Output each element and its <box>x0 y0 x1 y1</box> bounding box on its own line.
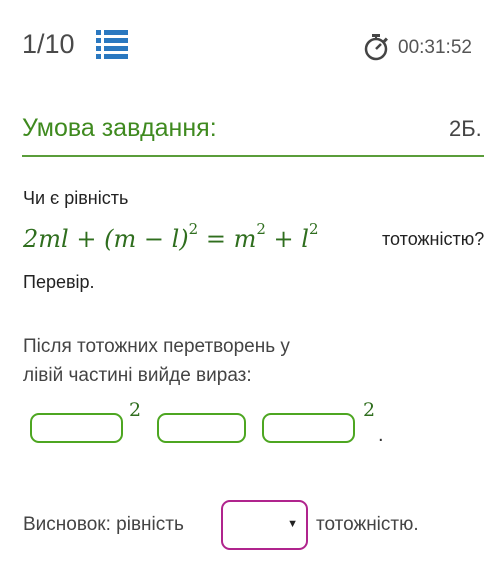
divider <box>22 155 484 157</box>
answer-input-2[interactable] <box>157 413 246 443</box>
timer: 00:31:52 <box>398 37 472 58</box>
question-text: Чи є рівність <box>23 188 129 208</box>
formula: 2ml + (m − l)2 = m2 + l2 <box>23 220 319 253</box>
period: . <box>378 424 384 446</box>
conclusion-dropdown[interactable]: ▼ <box>221 500 308 550</box>
chevron-down-icon: ▼ <box>287 518 298 530</box>
question-tail: тотожністю? <box>382 229 485 249</box>
instruction-line-2: лівій частині вийде вираз: <box>23 365 252 386</box>
question-counter: 1/10 <box>22 29 75 59</box>
answer-input-1[interactable] <box>30 413 123 443</box>
answer-input-3[interactable] <box>262 413 355 443</box>
instruction-line-1: Після тотожних перетворень у <box>23 336 290 357</box>
conclusion-prefix: Висновок: рівність <box>23 514 184 535</box>
task-title: Умова завдання: <box>22 114 217 142</box>
check-text: Перевір. <box>23 272 95 292</box>
exponent-1: 2 <box>129 399 142 421</box>
points-value: 2Б. <box>449 116 482 141</box>
conclusion-suffix: тотожністю. <box>316 514 419 535</box>
exponent-2: 2 <box>363 399 376 421</box>
list-icon[interactable] <box>96 30 128 60</box>
stopwatch-icon <box>364 34 388 61</box>
